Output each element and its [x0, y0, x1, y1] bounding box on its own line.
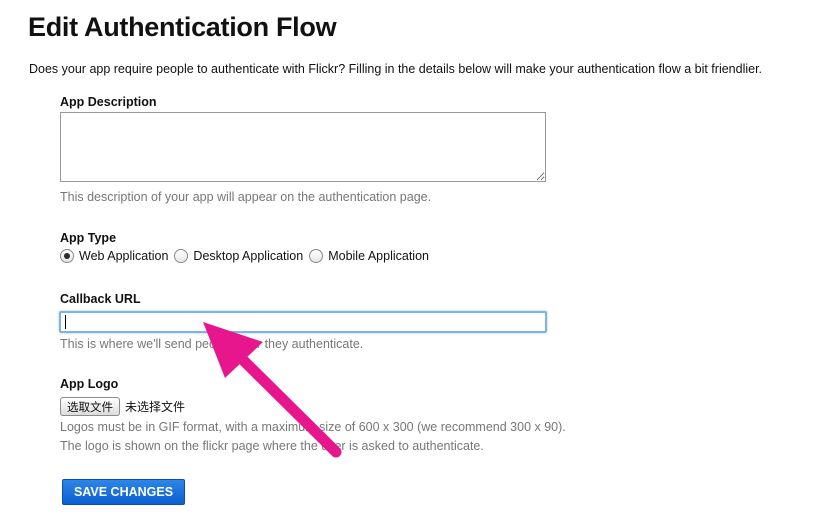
text-cursor — [65, 315, 66, 329]
app-description-hint: This description of your app will appear… — [60, 190, 432, 204]
app-type-radio-group: Web Application Desktop Application Mobi… — [60, 249, 435, 263]
radio-label-mobile-application: Mobile Application — [328, 249, 429, 263]
app-logo-label: App Logo — [60, 377, 119, 391]
radio-mobile-application[interactable] — [309, 249, 324, 263]
radio-desktop-application[interactable] — [174, 249, 189, 263]
app-description-label: App Description — [60, 95, 157, 109]
app-logo-hint-format: Logos must be in GIF format, with a maxi… — [60, 420, 566, 434]
app-type-option-mobile[interactable]: Mobile Application — [309, 249, 429, 263]
app-description-textarea[interactable] — [60, 112, 546, 182]
save-changes-button[interactable]: SAVE CHANGES — [62, 479, 185, 505]
file-status-text: 未选择文件 — [125, 400, 186, 414]
choose-file-button[interactable]: 选取文件 — [60, 397, 120, 416]
radio-label-desktop-application: Desktop Application — [193, 249, 304, 263]
callback-url-input[interactable] — [59, 311, 547, 333]
callback-url-hint: This is where we'll send people after th… — [60, 337, 364, 351]
radio-label-web-application: Web Application — [79, 249, 169, 263]
app-type-option-web[interactable]: Web Application — [60, 249, 168, 263]
intro-text: Does your app require people to authenti… — [29, 62, 763, 76]
app-type-label: App Type — [60, 231, 117, 245]
callback-url-label: Callback URL — [60, 292, 141, 306]
app-logo-file-picker: 选取文件 未选择文件 — [60, 397, 185, 416]
app-logo-hint-usage: The logo is shown on the flickr page whe… — [60, 439, 484, 453]
app-type-option-desktop[interactable]: Desktop Application — [174, 249, 303, 263]
radio-web-application[interactable] — [60, 249, 74, 263]
page-title: Edit Authentication Flow — [28, 12, 337, 42]
